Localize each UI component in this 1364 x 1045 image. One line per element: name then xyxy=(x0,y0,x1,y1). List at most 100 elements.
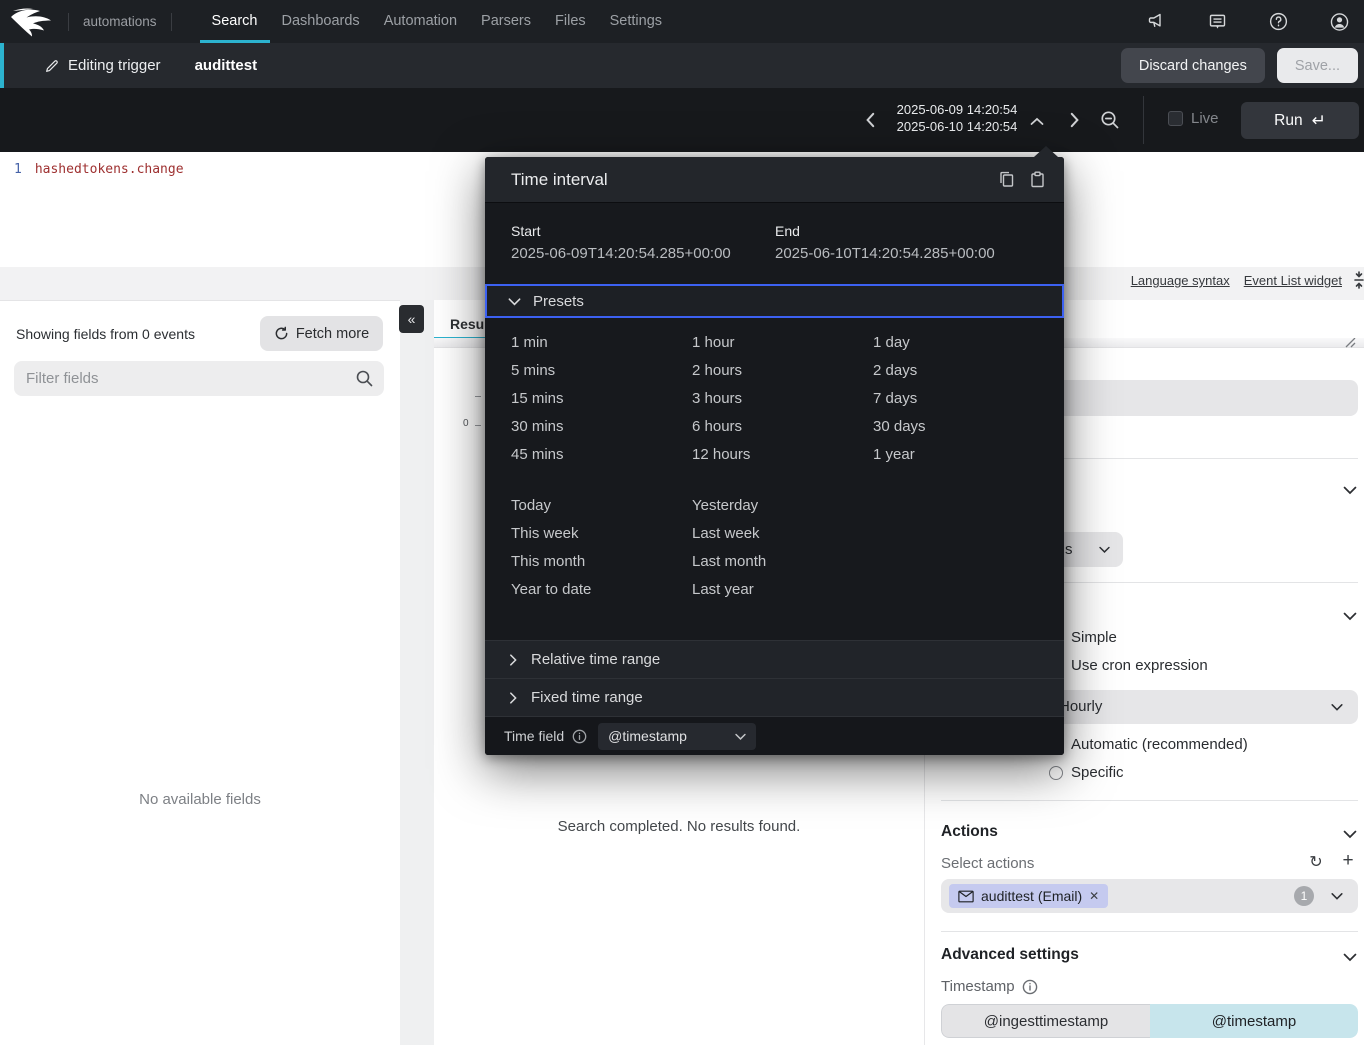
live-toggle[interactable]: Live xyxy=(1168,110,1219,127)
tab-automation[interactable]: Automation xyxy=(372,0,469,43)
preset-item[interactable]: 12 hours xyxy=(692,446,873,463)
start-field[interactable]: Start 2025-06-09T14:20:54.285+00:00 xyxy=(511,223,775,262)
collapse-fields-panel-button[interactable]: « xyxy=(399,305,424,333)
toggle-ingesttimestamp[interactable]: @ingesttimestamp xyxy=(941,1004,1150,1038)
query-text[interactable]: hashedtokens.change xyxy=(35,162,184,177)
edit-mode-label: Editing trigger xyxy=(68,57,161,74)
tab-search[interactable]: Search xyxy=(200,0,270,43)
preset-item[interactable]: 5 mins xyxy=(511,362,692,379)
period-item[interactable]: This month xyxy=(511,553,692,570)
live-checkbox[interactable] xyxy=(1168,111,1183,126)
paste-interval-icon[interactable] xyxy=(1029,171,1046,188)
time-window-partial-label: s xyxy=(1065,541,1073,558)
period-item[interactable]: Today xyxy=(511,497,692,514)
preset-grid: 1 min 1 hour 1 day 5 mins 2 hours 2 days… xyxy=(511,328,1054,468)
return-key-icon: ↵ xyxy=(1312,112,1326,129)
dialog-header: Time interval xyxy=(485,157,1064,203)
preset-item[interactable]: 30 days xyxy=(873,418,1054,435)
tab-parsers[interactable]: Parsers xyxy=(469,0,543,43)
section-divider xyxy=(941,931,1358,932)
time-range-display[interactable]: 2025-06-09 14:20:54 2025-06-10 14:20:54 xyxy=(888,102,1026,135)
remove-action-icon[interactable]: ✕ xyxy=(1089,889,1099,903)
period-item[interactable]: Last week xyxy=(692,525,873,542)
chevron-down-icon[interactable] xyxy=(1342,608,1358,624)
fetch-more-button[interactable]: Fetch more xyxy=(260,316,383,351)
action-chip-label: audittest (Email) xyxy=(981,888,1082,904)
preset-item[interactable]: 45 mins xyxy=(511,446,692,463)
tab-dashboards[interactable]: Dashboards xyxy=(270,0,372,43)
toggle-timestamp[interactable]: @timestamp xyxy=(1150,1004,1358,1038)
section-divider xyxy=(941,800,1358,801)
line-number: 1 xyxy=(14,162,22,177)
preset-item[interactable]: 2 hours xyxy=(692,362,873,379)
end-field[interactable]: End 2025-06-10T14:20:54.285+00:00 xyxy=(775,223,1039,262)
time-field-select[interactable]: @timestamp xyxy=(598,723,756,750)
resize-handle-icon[interactable] xyxy=(1342,338,1356,348)
period-item[interactable]: Last month xyxy=(692,553,873,570)
action-chip[interactable]: audittest (Email) ✕ xyxy=(949,884,1108,908)
radio-use-cron[interactable]: Use cron expression xyxy=(1049,657,1208,674)
language-syntax-link[interactable]: Language syntax xyxy=(1131,273,1230,288)
repository-name[interactable]: automations xyxy=(83,14,157,29)
tab-settings[interactable]: Settings xyxy=(598,0,674,43)
feedback-icon[interactable] xyxy=(1207,11,1228,32)
preset-item[interactable]: 1 day xyxy=(873,334,1054,351)
add-action-icon[interactable]: + xyxy=(1339,852,1357,870)
tab-files[interactable]: Files xyxy=(543,0,598,43)
radio-circle-icon[interactable] xyxy=(1049,766,1063,780)
chevron-down-icon[interactable] xyxy=(1342,482,1358,498)
copy-interval-icon[interactable] xyxy=(998,171,1015,188)
collapse-vertical-icon[interactable] xyxy=(1351,271,1364,289)
search-icon xyxy=(355,369,374,388)
user-avatar-icon[interactable] xyxy=(1329,11,1350,32)
preset-item[interactable]: 1 year xyxy=(873,446,1054,463)
zoom-out-range-icon[interactable] xyxy=(1099,109,1117,127)
relative-time-range-toggle[interactable]: Relative time range xyxy=(485,640,1064,678)
chevron-down-icon xyxy=(734,730,747,743)
preset-item[interactable]: 7 days xyxy=(873,390,1054,407)
help-icon[interactable] xyxy=(1268,11,1289,32)
preset-item[interactable]: 2 days xyxy=(873,362,1054,379)
editing-trigger-bar: Editing trigger audittest Discard change… xyxy=(0,43,1364,88)
period-item[interactable]: This week xyxy=(511,525,692,542)
chevron-right-icon xyxy=(506,691,520,705)
fixed-time-range-toggle[interactable]: Fixed time range xyxy=(485,678,1064,716)
preset-item[interactable]: 30 mins xyxy=(511,418,692,435)
time-field-value: @timestamp xyxy=(608,728,687,744)
frequency-value: Hourly xyxy=(1059,698,1102,715)
top-nav: automations Search Dashboards Automation… xyxy=(0,0,1364,43)
info-icon[interactable] xyxy=(572,729,587,744)
filter-fields-input[interactable] xyxy=(14,361,384,396)
period-item[interactable]: Yesterday xyxy=(692,497,873,514)
period-item[interactable]: Year to date xyxy=(511,581,692,598)
preset-item[interactable]: 1 hour xyxy=(692,334,873,351)
run-label: Run xyxy=(1274,112,1302,130)
preset-item[interactable]: 15 mins xyxy=(511,390,692,407)
radio-specific[interactable]: Specific xyxy=(1049,764,1124,781)
chevron-down-icon[interactable] xyxy=(1342,949,1358,965)
announcements-icon[interactable] xyxy=(1146,11,1167,32)
shift-range-forward-icon[interactable] xyxy=(1065,111,1083,129)
chevron-down-icon xyxy=(1098,543,1111,556)
fetch-more-label: Fetch more xyxy=(296,326,369,342)
preset-item[interactable]: 1 min xyxy=(511,334,692,351)
crowdstrike-falcon-logo-icon[interactable] xyxy=(10,7,54,37)
preset-item[interactable]: 6 hours xyxy=(692,418,873,435)
preset-item[interactable]: 3 hours xyxy=(692,390,873,407)
start-value[interactable]: 2025-06-09T14:20:54.285+00:00 xyxy=(511,245,775,262)
radio-automatic[interactable]: Automatic (recommended) xyxy=(1049,736,1248,753)
shift-range-back-icon[interactable] xyxy=(862,111,880,129)
run-button[interactable]: Run ↵ xyxy=(1241,102,1359,139)
chevron-up-icon[interactable] xyxy=(1029,114,1047,132)
period-item[interactable]: Last year xyxy=(692,581,873,598)
chevron-down-icon[interactable] xyxy=(1342,826,1358,842)
discard-changes-button[interactable]: Discard changes xyxy=(1121,48,1265,83)
actions-select-box[interactable]: audittest (Email) ✕ 1 xyxy=(941,879,1358,913)
time-range-end: 2025-06-10 14:20:54 xyxy=(888,119,1026,136)
info-icon[interactable] xyxy=(1022,979,1038,995)
refresh-actions-icon[interactable]: ↻ xyxy=(1307,854,1325,872)
event-list-widget-link[interactable]: Event List widget xyxy=(1244,273,1342,288)
save-button[interactable]: Save... xyxy=(1277,48,1358,83)
presets-section-toggle[interactable]: Presets xyxy=(485,284,1064,318)
end-value[interactable]: 2025-06-10T14:20:54.285+00:00 xyxy=(775,245,1039,262)
